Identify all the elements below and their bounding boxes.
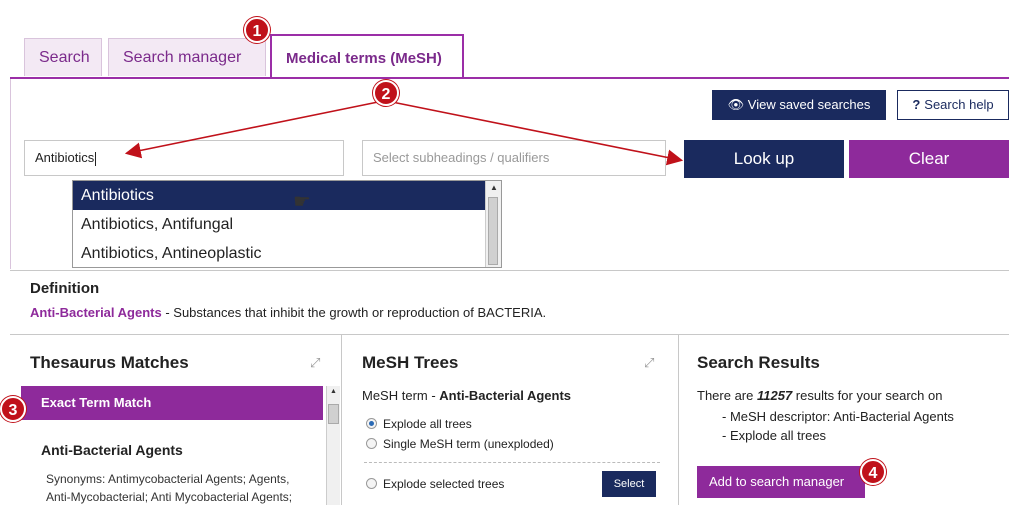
annotation-arrows xyxy=(124,101,684,166)
callout-3: 3 xyxy=(0,396,26,422)
callout-1: 1 xyxy=(244,17,270,43)
arrow-to-input xyxy=(124,101,379,159)
callout-2: 2 xyxy=(373,80,399,106)
callout-4: 4 xyxy=(860,459,886,485)
arrow-to-lookup xyxy=(391,101,684,166)
